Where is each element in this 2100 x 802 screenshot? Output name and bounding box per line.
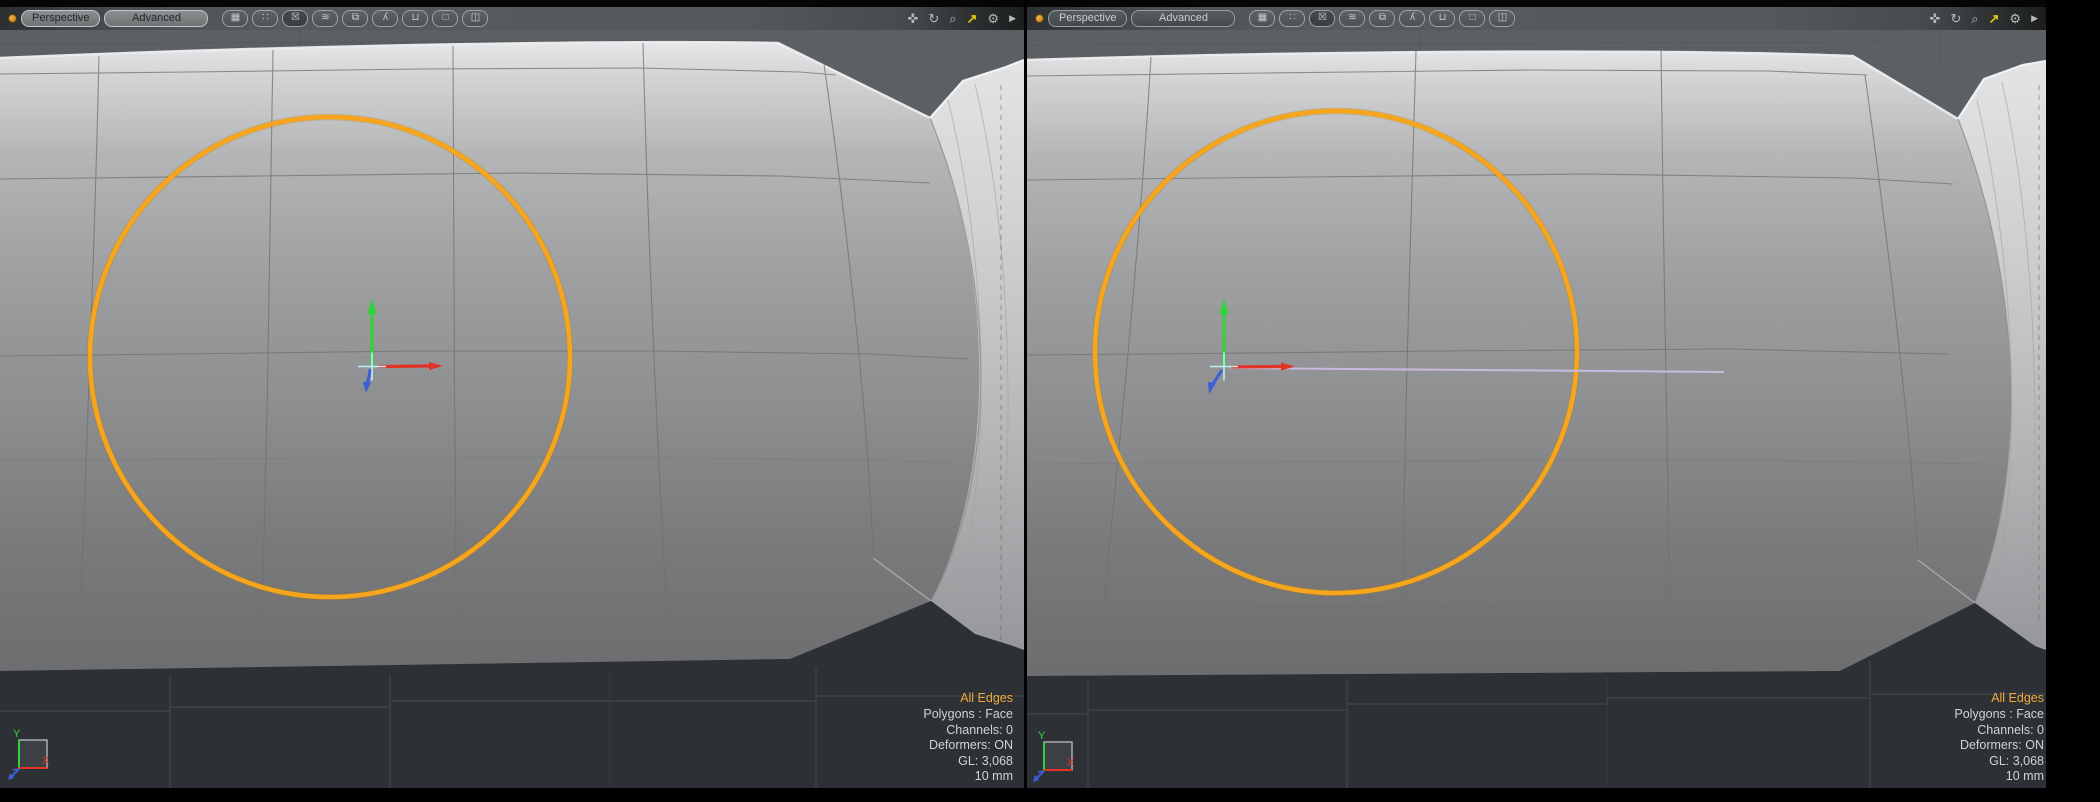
lock-icon[interactable]: ◫ [462,10,488,27]
ghost-overlay-icon[interactable]: ⧉ [1369,10,1395,27]
maximize-icon[interactable]: ↗ [1989,12,2000,25]
view-type-button[interactable]: Perspective [1048,10,1127,27]
vertex-map-icon[interactable]: ∷ [1279,10,1305,27]
hud-edge-display: All Edges [923,691,1013,707]
zoom-icon[interactable]: ⌕ [949,12,956,25]
lock-icon[interactable]: ◫ [1489,10,1515,27]
viewport-nav-controls: ✜ ↻ ⌕ ↗ ⚙ ▶ [1929,12,2038,25]
hud-channels: Channels: 0 [1954,723,2044,739]
viewport-right[interactable]: Perspective Advanced ▦ ∷ ☒ ≋ ⧉ ʎ ⊔ □ ◫ ✜… [1027,0,2046,788]
axis-x-label: X [42,755,50,767]
texture-shading-icon[interactable]: ▦ [1249,10,1275,27]
hide-icon[interactable]: □ [1459,10,1485,27]
settings-icon[interactable]: ⚙ [2009,12,2021,25]
vertex-map-icon[interactable]: ∷ [252,10,278,27]
viewport-left[interactable]: Perspective Advanced ▦ ∷ ☒ ≋ ⧉ ʎ ⊔ □ ◫ ✜… [0,0,1024,788]
hud-grid-size: 10 mm [1954,769,2044,785]
orbit-icon[interactable]: ↻ [1950,12,1961,25]
viewport-hud-left: All Edges Polygons : Face Channels: 0 De… [923,691,1013,785]
hud-deformers: Deformers: ON [1954,738,2044,754]
hud-gl-count: GL: 3,068 [923,754,1013,770]
hud-grid-size: 10 mm [923,769,1013,785]
deactivate-icon[interactable]: ☒ [282,10,308,27]
visibility-icon[interactable]: ⊔ [402,10,428,27]
viewport-canvas-left[interactable]: Y X [0,30,1024,788]
modo-dual-viewport-window: Perspective Advanced ▦ ∷ ☒ ≋ ⧉ ʎ ⊔ □ ◫ ✜… [0,0,2100,802]
visibility-icon[interactable]: ⊔ [1429,10,1455,27]
viewport-toolbar-left: Perspective Advanced ▦ ∷ ☒ ≋ ⧉ ʎ ⊔ □ ◫ ✜… [0,0,1024,30]
workplane-icon[interactable]: ʎ [372,10,398,27]
scene-right: Y X All Edges Polygons : Face Channels: … [1027,30,2046,788]
hud-channels: Channels: 0 [923,723,1013,739]
hud-selection-mode: Polygons : Face [923,707,1013,723]
mesh-cylinder [1027,52,2011,676]
workplane-icon[interactable]: ʎ [1399,10,1425,27]
pan-icon[interactable]: ✜ [1929,12,1940,25]
hud-selection-mode: Polygons : Face [1954,707,2044,723]
ghost-overlay-icon[interactable]: ⧉ [342,10,368,27]
hud-gl-count: GL: 3,068 [1954,754,2044,770]
shading-mode-button[interactable]: Advanced [1131,10,1235,27]
viewport-hud-right: All Edges Polygons : Face Channels: 0 De… [1954,691,2044,785]
texture-shading-icon[interactable]: ▦ [222,10,248,27]
view-type-button[interactable]: Perspective [21,10,100,27]
viewport-toolbar-right: Perspective Advanced ▦ ∷ ☒ ≋ ⧉ ʎ ⊔ □ ◫ ✜… [1027,0,2046,30]
deactivate-icon[interactable]: ☒ [1309,10,1335,27]
axis-x-label: X [1067,757,1075,769]
axis-y-label: Y [1038,730,1046,742]
wireframe-overlay-icon[interactable]: ≋ [1339,10,1365,27]
hud-edge-display: All Edges [1954,691,2044,707]
hide-icon[interactable]: □ [432,10,458,27]
wireframe-overlay-icon[interactable]: ≋ [312,10,338,27]
viewport-canvas-right[interactable]: Y X [1027,30,2046,788]
viewport-mode-buttons: ▦ ∷ ☒ ≋ ⧉ ʎ ⊔ □ ◫ [222,10,488,27]
viewport-nav-controls: ✜ ↻ ⌕ ↗ ⚙ ▶ [907,12,1016,25]
viewport-active-indicator [1035,14,1044,23]
viewport-menu-icon[interactable]: ▶ [1009,12,1016,25]
pan-icon[interactable]: ✜ [907,12,918,25]
hud-deformers: Deformers: ON [923,738,1013,754]
viewport-menu-icon[interactable]: ▶ [2031,12,2038,25]
shading-mode-button[interactable]: Advanced [104,10,208,27]
settings-icon[interactable]: ⚙ [987,12,999,25]
scene-left: Y X All Edges Polygons : Face Channels: … [0,30,1024,788]
viewport-active-indicator [8,14,17,23]
maximize-icon[interactable]: ↗ [967,12,978,25]
zoom-icon[interactable]: ⌕ [1971,12,1978,25]
axis-y-label: Y [13,728,21,740]
viewport-mode-buttons: ▦ ∷ ☒ ≋ ⧉ ʎ ⊔ □ ◫ [1249,10,1515,27]
orbit-icon[interactable]: ↻ [928,12,939,25]
